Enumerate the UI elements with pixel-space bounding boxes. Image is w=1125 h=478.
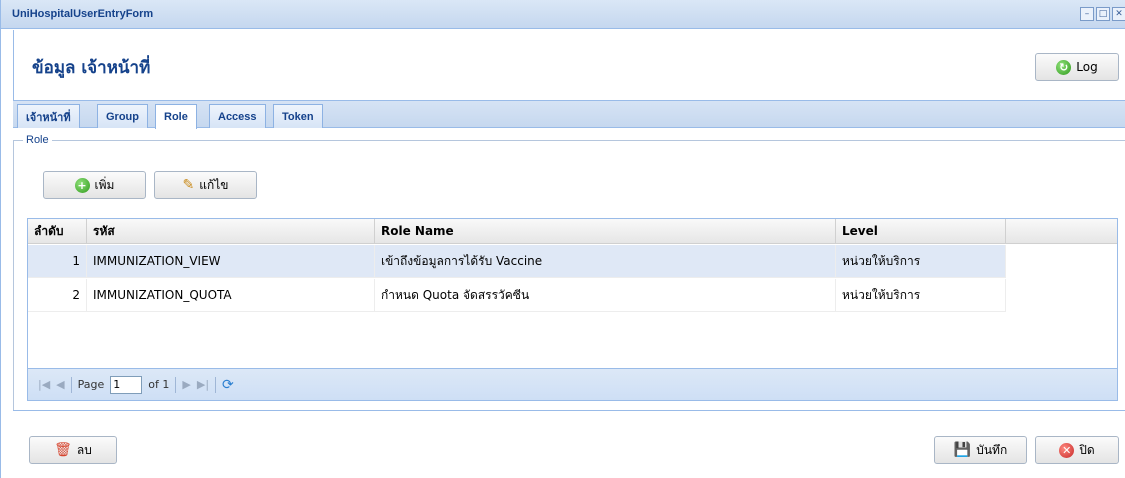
table-row[interactable]: 2 IMMUNIZATION_QUOTA กำหนด Quota จัดสรรว… [28, 279, 1006, 312]
prev-page-icon[interactable]: ◀ [56, 378, 64, 391]
role-grid: ลำดับ รหัส Role Name Level 1 IMMUNIZATIO… [27, 218, 1118, 401]
cell-code: IMMUNIZATION_QUOTA [87, 279, 375, 312]
header-area: ข้อมูล เจ้าหน้าที่ [13, 30, 1125, 100]
save-button[interactable]: 💾 บันทึก [934, 436, 1027, 464]
page-title: ข้อมูล เจ้าหน้าที่ [32, 58, 151, 78]
refresh-icon: ↻ [1056, 59, 1072, 75]
window-title: UniHospitalUserEntryForm [12, 8, 154, 20]
add-icon: + [74, 177, 90, 193]
column-header-no[interactable]: ลำดับ [28, 219, 87, 244]
trash-icon: 🗑 [54, 442, 72, 458]
table-row[interactable]: 1 IMMUNIZATION_VIEW เข้าถึงข้อมูลการได้ร… [28, 245, 1006, 278]
column-header-code[interactable]: รหัส [87, 219, 375, 244]
tab-group[interactable]: Group [97, 104, 148, 128]
window-titlebar[interactable]: UniHospitalUserEntryForm – □ ✕ [1, 0, 1125, 29]
panel-bottom-border [13, 410, 1125, 411]
tab-strip: เจ้าหน้าที่ Group Role Access Token [13, 100, 1125, 129]
column-header-role-name[interactable]: Role Name [375, 219, 836, 244]
pager-separator [175, 376, 177, 393]
add-button[interactable]: + เพิ่ม [43, 171, 146, 199]
delete-button[interactable]: 🗑 ลบ [29, 436, 117, 464]
pencil-icon: ✎ [182, 177, 195, 193]
next-page-icon[interactable]: ▶ [182, 378, 190, 391]
fieldset-legend: Role [23, 134, 52, 146]
app-window: UniHospitalUserEntryForm – □ ✕ ข้อมูล เจ… [0, 0, 1125, 478]
log-button[interactable]: ↻ Log [1035, 53, 1119, 81]
tab-role[interactable]: Role [155, 104, 197, 129]
close-icon: ✕ [1059, 442, 1075, 458]
fieldset-border [13, 140, 1125, 141]
close-button-label: ปิด [1079, 442, 1095, 457]
tab-label: Token [282, 110, 314, 123]
last-page-icon[interactable]: ▶| [197, 378, 209, 391]
pager-separator [215, 376, 217, 393]
fieldset-border-left [13, 140, 14, 410]
tab-label: Group [106, 110, 139, 123]
close-button[interactable]: ✕ ปิด [1035, 436, 1119, 464]
edit-button[interactable]: ✎ แก้ไข [154, 171, 257, 199]
edit-button-label: แก้ไข [199, 177, 229, 192]
maximize-icon[interactable]: □ [1096, 7, 1110, 21]
close-icon[interactable]: ✕ [1112, 7, 1125, 21]
cell-no: 1 [28, 245, 87, 278]
tab-token[interactable]: Token [273, 104, 323, 128]
grid-header: ลำดับ รหัส Role Name Level [28, 219, 1117, 244]
cell-code: IMMUNIZATION_VIEW [87, 245, 375, 278]
cell-level: หน่วยให้บริการ [836, 279, 1006, 312]
tab-label: เจ้าหน้าที่ [26, 111, 71, 124]
page-count-label: of 1 [148, 378, 170, 391]
tab-label: Role [164, 111, 188, 123]
page-label: Page [77, 378, 105, 391]
page-number-input[interactable] [110, 375, 143, 394]
pager-separator [70, 376, 72, 393]
tab-staff[interactable]: เจ้าหน้าที่ [17, 104, 80, 128]
cell-no: 2 [28, 279, 87, 312]
window-controls: – □ ✕ [1080, 7, 1125, 21]
tab-access[interactable]: Access [209, 104, 266, 128]
save-icon: 💾 [953, 442, 972, 458]
paging-toolbar: |◀ ◀ Page of 1 ▶ ▶| ⟳ [28, 368, 1117, 400]
cell-role-name: กำหนด Quota จัดสรรวัคซีน [375, 279, 836, 312]
delete-button-label: ลบ [76, 442, 92, 457]
cell-role-name: เข้าถึงข้อมูลการได้รับ Vaccine [375, 245, 836, 278]
first-page-icon[interactable]: |◀ [38, 378, 50, 391]
column-header-level[interactable]: Level [836, 219, 1006, 244]
minimize-icon[interactable]: – [1080, 7, 1094, 21]
cell-level: หน่วยให้บริการ [836, 245, 1006, 278]
tab-label: Access [218, 110, 257, 123]
save-button-label: บันทึก [976, 442, 1008, 457]
log-button-label: Log [1076, 60, 1098, 74]
add-button-label: เพิ่ม [94, 177, 115, 192]
refresh-icon[interactable]: ⟳ [222, 377, 234, 393]
